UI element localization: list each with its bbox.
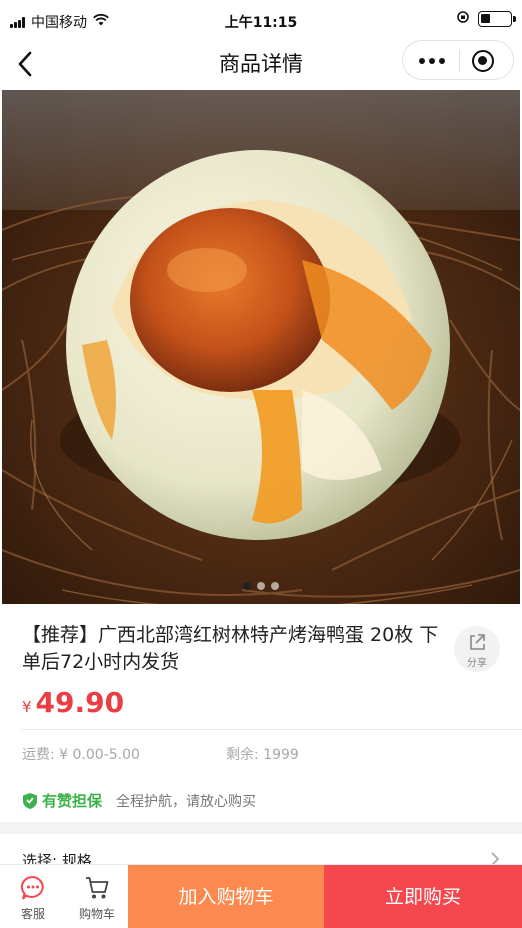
battery-icon — [478, 11, 516, 27]
section-separator — [0, 822, 522, 834]
cart-icon — [86, 877, 109, 899]
carousel-dot[interactable] — [257, 582, 265, 590]
divider — [22, 729, 522, 730]
guarantee-badge: 有赞担保 — [22, 790, 102, 811]
customer-service-label: 客服 — [20, 907, 45, 921]
stock-remaining: 剩余: 1999 — [226, 747, 299, 763]
bottom-action-bar: 客服 购物车 加入购物车 立即购买 — [0, 864, 522, 928]
status-bar: 中国移动 上午11:15 — [0, 0, 522, 40]
product-image[interactable] — [2, 90, 520, 604]
status-time: 上午11:15 — [224, 15, 298, 31]
price: ¥ 49.90 — [22, 686, 124, 719]
navigation-bar: 商品详情 — [0, 40, 522, 88]
carousel-dot[interactable] — [271, 582, 279, 590]
carousel-indicator[interactable] — [0, 582, 522, 590]
share-label: 分享 — [467, 658, 487, 669]
guarantee-row[interactable]: 有赞担保 全程护航，请放心购买 — [22, 790, 256, 811]
status-right — [456, 10, 516, 28]
buy-now-button[interactable]: 立即购买 — [324, 865, 522, 928]
share-icon — [470, 634, 485, 650]
shipping-fee: 运费: ¥ 0.00-5.00 — [22, 747, 140, 763]
menu-capsule — [402, 40, 514, 80]
carousel-dot-active[interactable] — [243, 582, 251, 590]
shield-check-icon — [23, 792, 37, 809]
chat-icon — [20, 875, 44, 900]
add-to-cart-button[interactable]: 加入购物车 — [128, 865, 324, 928]
more-dots-icon[interactable] — [419, 58, 445, 64]
product-title: 【推荐】广西北部湾红树林特产烤海鸭蛋 20枚 下单后72小时内发货 — [22, 624, 439, 673]
customer-service-button[interactable]: 客服 — [0, 865, 66, 928]
capsule-divider — [459, 50, 460, 72]
cart-button[interactable]: 购物车 — [66, 865, 128, 928]
guarantee-badge-label: 有赞担保 — [42, 792, 103, 810]
guarantee-text: 全程护航，请放心购买 — [116, 793, 257, 810]
price-value: 49.90 — [35, 686, 125, 719]
lock-rotation-icon — [456, 10, 470, 28]
share-button[interactable]: 分享 — [454, 626, 500, 672]
currency-symbol: ¥ — [22, 698, 32, 716]
close-target-icon[interactable] — [472, 50, 494, 72]
cart-label: 购物车 — [78, 907, 115, 921]
